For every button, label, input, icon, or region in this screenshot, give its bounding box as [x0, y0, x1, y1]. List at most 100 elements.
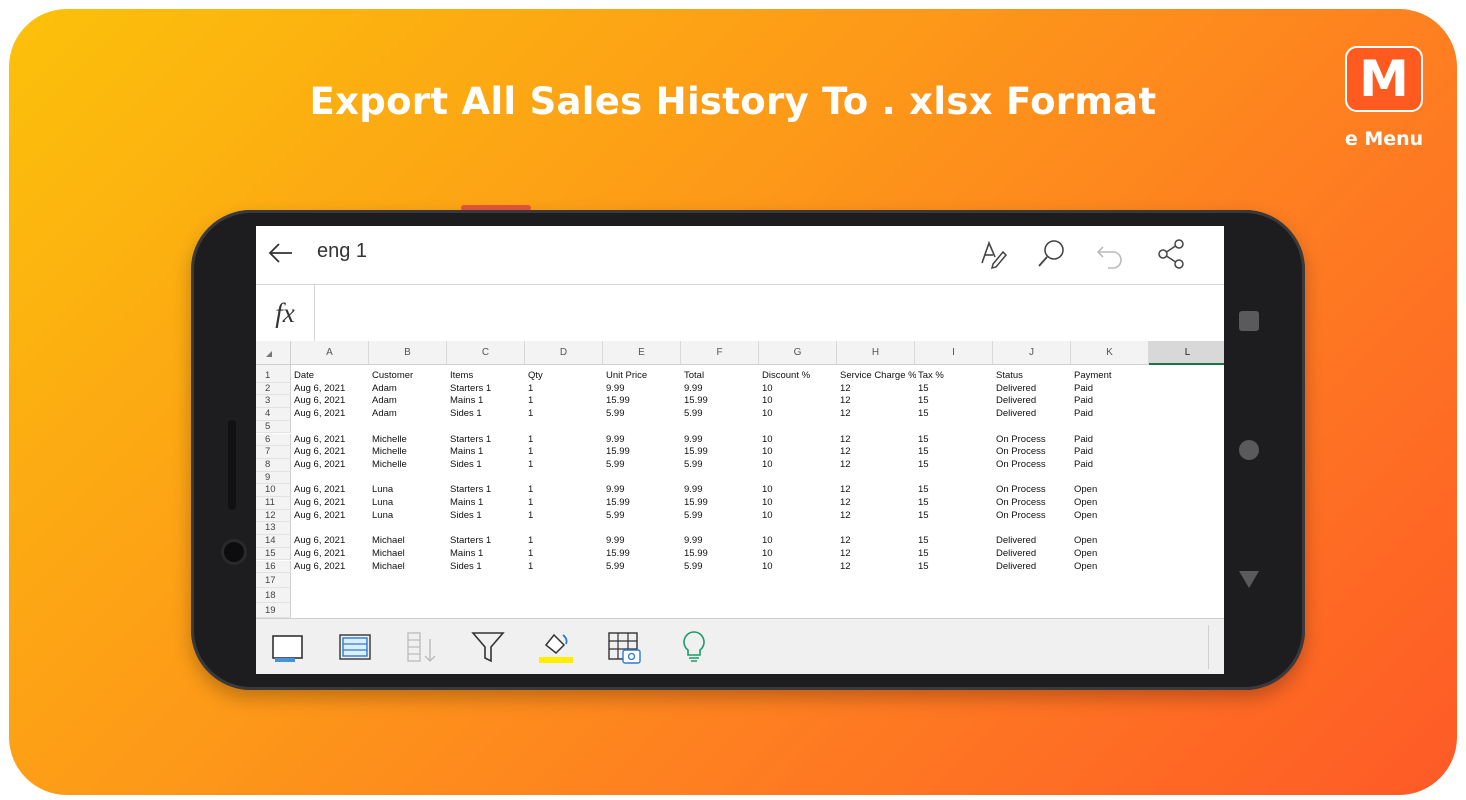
- cell[interactable]: 5.99: [684, 561, 760, 574]
- row-header[interactable]: 13: [256, 522, 291, 536]
- row-header[interactable]: 16: [256, 560, 291, 574]
- cell[interactable]: Mains 1: [450, 497, 526, 510]
- cell[interactable]: 15: [918, 446, 994, 459]
- cell[interactable]: 12: [840, 548, 916, 561]
- nav-back-icon[interactable]: [1239, 571, 1259, 588]
- cell[interactable]: 1: [528, 446, 604, 459]
- row-header[interactable]: 5: [256, 420, 291, 434]
- cell[interactable]: 12: [840, 383, 916, 396]
- cell[interactable]: Starters 1: [450, 535, 526, 548]
- cell[interactable]: 12: [840, 561, 916, 574]
- cell[interactable]: 10: [762, 510, 838, 523]
- cell[interactable]: On Process: [996, 484, 1072, 497]
- column-header-A[interactable]: A: [291, 341, 369, 365]
- sheet-view-icon[interactable]: [270, 627, 306, 667]
- cell[interactable]: 12: [840, 459, 916, 472]
- cell[interactable]: Aug 6, 2021: [294, 395, 370, 408]
- cell[interactable]: Aug 6, 2021: [294, 459, 370, 472]
- cell[interactable]: Tax %: [918, 370, 994, 383]
- cell[interactable]: 12: [840, 484, 916, 497]
- cell[interactable]: On Process: [996, 446, 1072, 459]
- cell[interactable]: Paid: [1074, 408, 1150, 421]
- cell[interactable]: 10: [762, 497, 838, 510]
- cell[interactable]: 5.99: [606, 408, 682, 421]
- nav-home-icon[interactable]: [1239, 440, 1259, 460]
- cell[interactable]: Michael: [372, 535, 448, 548]
- cell[interactable]: Paid: [1074, 459, 1150, 472]
- cell[interactable]: Sides 1: [450, 408, 526, 421]
- cell[interactable]: 15: [918, 510, 994, 523]
- cell[interactable]: 15.99: [684, 395, 760, 408]
- cell[interactable]: 9.99: [606, 484, 682, 497]
- cell[interactable]: 9.99: [606, 434, 682, 447]
- cell[interactable]: Aug 6, 2021: [294, 497, 370, 510]
- cell[interactable]: 15.99: [684, 548, 760, 561]
- cell[interactable]: 10: [762, 535, 838, 548]
- row-header[interactable]: 14: [256, 535, 291, 548]
- cell[interactable]: 10: [762, 548, 838, 561]
- cell[interactable]: 1: [528, 535, 604, 548]
- formula-input[interactable]: [316, 285, 1221, 341]
- cell[interactable]: Delivered: [996, 408, 1072, 421]
- cell[interactable]: 15.99: [684, 497, 760, 510]
- cell[interactable]: 12: [840, 510, 916, 523]
- cell[interactable]: 5.99: [684, 408, 760, 421]
- column-header-G[interactable]: G: [759, 341, 837, 365]
- row-header[interactable]: 15: [256, 547, 291, 561]
- cell[interactable]: 1: [528, 395, 604, 408]
- cell[interactable]: On Process: [996, 510, 1072, 523]
- cell[interactable]: Sides 1: [450, 510, 526, 523]
- column-header-H[interactable]: H: [837, 341, 915, 365]
- cell[interactable]: Starters 1: [450, 484, 526, 497]
- cell[interactable]: Adam: [372, 383, 448, 396]
- cell[interactable]: 15: [918, 383, 994, 396]
- row-header[interactable]: 10: [256, 484, 291, 497]
- cell[interactable]: Adam: [372, 408, 448, 421]
- cell[interactable]: Delivered: [996, 535, 1072, 548]
- row-header[interactable]: 12: [256, 509, 291, 523]
- cell[interactable]: 9.99: [606, 383, 682, 396]
- row-header[interactable]: 9: [256, 471, 291, 485]
- row-header[interactable]: 6: [256, 433, 291, 447]
- cell[interactable]: Aug 6, 2021: [294, 434, 370, 447]
- cell[interactable]: 9.99: [684, 434, 760, 447]
- cell[interactable]: 5.99: [684, 510, 760, 523]
- cell[interactable]: Open: [1074, 561, 1150, 574]
- cell[interactable]: On Process: [996, 459, 1072, 472]
- cell[interactable]: Status: [996, 370, 1072, 383]
- column-header-L[interactable]: L: [1149, 341, 1224, 365]
- table-image-icon[interactable]: [606, 627, 642, 667]
- cell[interactable]: 1: [528, 510, 604, 523]
- cell[interactable]: Aug 6, 2021: [294, 484, 370, 497]
- cell[interactable]: 5.99: [684, 459, 760, 472]
- cell[interactable]: 1: [528, 497, 604, 510]
- cell[interactable]: 9.99: [684, 484, 760, 497]
- cell[interactable]: Adam: [372, 395, 448, 408]
- cell[interactable]: 1: [528, 408, 604, 421]
- cell[interactable]: 1: [528, 434, 604, 447]
- cell[interactable]: 15: [918, 395, 994, 408]
- cell[interactable]: Customer: [372, 370, 448, 383]
- cell[interactable]: Open: [1074, 548, 1150, 561]
- cell[interactable]: Aug 6, 2021: [294, 446, 370, 459]
- share-icon[interactable]: [1154, 237, 1188, 271]
- column-header-I[interactable]: I: [915, 341, 993, 365]
- row-header[interactable]: 19: [256, 603, 291, 619]
- cell[interactable]: 15: [918, 408, 994, 421]
- cell[interactable]: Mains 1: [450, 548, 526, 561]
- cell[interactable]: 15.99: [606, 497, 682, 510]
- cell[interactable]: Service Charge %: [840, 370, 916, 383]
- cell[interactable]: 1: [528, 561, 604, 574]
- column-header-K[interactable]: K: [1071, 341, 1149, 365]
- undo-icon[interactable]: [1094, 237, 1128, 271]
- column-header-C[interactable]: C: [447, 341, 525, 365]
- cell[interactable]: Qty: [528, 370, 604, 383]
- cell[interactable]: Aug 6, 2021: [294, 548, 370, 561]
- row-header[interactable]: 18: [256, 588, 291, 604]
- cell[interactable]: Items: [450, 370, 526, 383]
- row-header[interactable]: 7: [256, 446, 291, 459]
- cell[interactable]: Total: [684, 370, 760, 383]
- cell[interactable]: 15: [918, 548, 994, 561]
- column-header-E[interactable]: E: [603, 341, 681, 365]
- cell[interactable]: Payment: [1074, 370, 1150, 383]
